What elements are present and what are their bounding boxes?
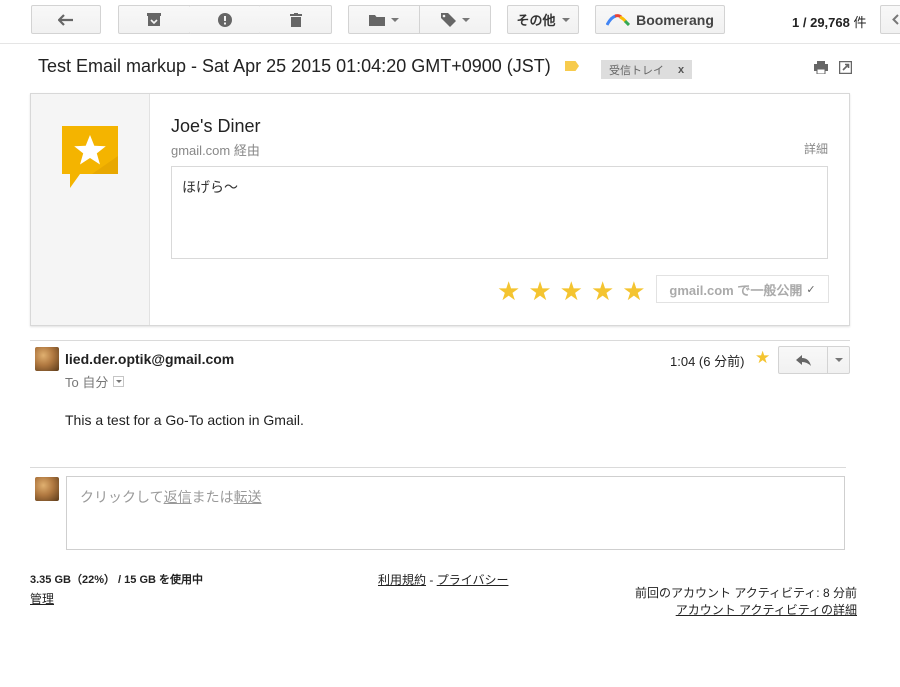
boomerang-icon <box>606 13 631 26</box>
trash-icon <box>289 12 302 27</box>
more-button[interactable]: その他 <box>507 5 579 34</box>
remove-label-button[interactable]: x <box>678 64 684 76</box>
labels-button[interactable] <box>420 5 491 34</box>
label-icon <box>440 12 456 27</box>
boomerang-label: Boomerang <box>636 11 714 28</box>
more-actions-button[interactable] <box>827 346 850 374</box>
card-sidebar <box>31 94 150 325</box>
counter-range: 1 <box>792 15 800 30</box>
my-avatar <box>35 477 59 501</box>
print-button[interactable] <box>814 61 828 79</box>
more-label: その他 <box>516 13 556 28</box>
public-post-label: gmail.com で一般公開 <box>669 282 803 298</box>
message-divider <box>30 340 850 341</box>
counter-unit: 件 <box>853 15 867 30</box>
delete-button[interactable] <box>260 5 332 34</box>
back-button[interactable] <box>31 5 101 34</box>
reply-box[interactable]: クリックして返信または転送 <box>66 476 845 550</box>
chevron-left-icon <box>891 14 899 25</box>
terms-link[interactable]: 利用規約 <box>378 573 426 587</box>
archive-icon <box>147 13 161 26</box>
star-icon[interactable]: ★ <box>755 348 770 368</box>
new-window-button[interactable] <box>838 60 853 79</box>
reply-button[interactable] <box>778 346 828 374</box>
chevron-down-icon <box>391 17 399 22</box>
footer-links: 利用規約 - プライバシー <box>378 571 508 588</box>
chevron-down-icon <box>561 17 570 22</box>
show-details-icon[interactable] <box>113 376 125 387</box>
card-title: Joe's Diner <box>171 116 261 136</box>
last-activity: 前回のアカウント アクティビティ: 8 分前 <box>635 586 857 600</box>
new-window-icon <box>838 60 853 75</box>
star-2-icon[interactable]: ★ <box>528 278 551 304</box>
boomerang-button[interactable]: Boomerang <box>595 5 725 34</box>
privacy-link[interactable]: プライバシー <box>437 573 509 587</box>
counter-total: 29,768 <box>810 15 850 30</box>
card-details-link[interactable]: 詳細 <box>804 140 828 157</box>
recipient-line: To 自分 <box>65 372 125 391</box>
move-to-button[interactable] <box>348 5 420 34</box>
activity-details-link[interactable]: アカウント アクティビティの詳細 <box>676 601 857 618</box>
arrow-left-icon <box>58 13 73 26</box>
reply-icon <box>795 354 811 366</box>
star-3-icon[interactable]: ★ <box>560 278 583 304</box>
public-post-button[interactable]: gmail.com で一般公開 ✓ <box>656 275 829 303</box>
message-time: 1:04 (6 分前) <box>670 354 745 369</box>
reply-divider <box>30 467 846 468</box>
rating-stars: ★ ★ ★ ★ ★ <box>497 278 646 304</box>
important-label-icon[interactable] <box>565 61 579 71</box>
recipient-text: To 自分 <box>65 375 109 390</box>
reply-link[interactable]: 返信 <box>164 489 192 505</box>
reply-middle: または <box>191 489 234 505</box>
toolbar: その他 Boomerang 1 / 29,768 件 <box>0 0 900 44</box>
review-textarea[interactable]: ほげら〜 <box>171 166 828 259</box>
footer-separator: - <box>426 573 437 587</box>
reply-prefix: クリックして <box>80 489 164 505</box>
sender-avatar[interactable] <box>35 347 59 371</box>
manage-storage-link[interactable]: 管理 <box>30 590 54 607</box>
star-1-icon[interactable]: ★ <box>497 278 520 304</box>
review-star-logo-icon <box>62 126 118 193</box>
sender-email[interactable]: lied.der.optik@gmail.com <box>65 351 234 367</box>
action-card: Joe's Diner gmail.com 経由 詳細 ほげら〜 ★ ★ ★ ★… <box>30 93 850 326</box>
newer-button[interactable] <box>880 5 900 34</box>
star-5-icon[interactable]: ★ <box>622 278 645 304</box>
chevron-down-icon <box>461 17 470 22</box>
check-icon: ✓ <box>806 283 816 296</box>
star-4-icon[interactable]: ★ <box>591 278 614 304</box>
chevron-down-icon <box>834 358 843 362</box>
forward-link[interactable]: 転送 <box>234 489 262 505</box>
inbox-label-chip[interactable]: 受信トレイ x <box>601 60 693 79</box>
message-counter: 1 / 29,768 件 <box>792 15 867 30</box>
email-subject: Test Email markup - Sat Apr 25 2015 01:0… <box>38 56 551 76</box>
archive-button[interactable] <box>118 5 190 34</box>
storage-usage: 3.35 GB（22%） / 15 GB を使用中 <box>30 574 203 586</box>
folder-icon <box>369 14 385 26</box>
report-spam-button[interactable] <box>189 5 261 34</box>
inbox-label-text: 受信トレイ <box>609 64 664 77</box>
card-via: gmail.com 経由 <box>171 143 260 158</box>
report-spam-icon <box>217 12 232 27</box>
print-icon <box>814 61 828 75</box>
message-body: This a test for a Go-To action in Gmail. <box>65 412 304 428</box>
